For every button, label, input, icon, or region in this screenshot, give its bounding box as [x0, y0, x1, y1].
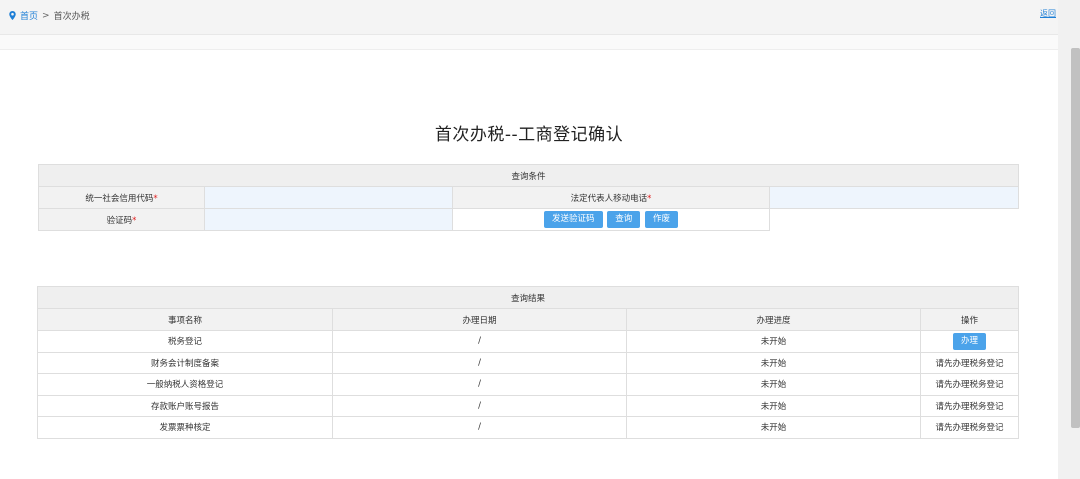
item-date: / [332, 373, 627, 396]
phone-cell [768, 186, 1023, 209]
column-header-name: 事项名称 [37, 308, 333, 331]
query-results-table: 查询结果 事项名称 办理日期 办理进度 操作 税务登记 / 未开始 办理 财务会… [36, 286, 1020, 439]
item-name: 存款账户账号报告 [37, 394, 333, 417]
item-action: 请先办理税务登记 [919, 416, 1020, 439]
process-button[interactable]: 办理 [953, 332, 987, 350]
required-mark: * [153, 193, 158, 204]
captcha-label: 验证码* [38, 208, 205, 231]
item-date: / [332, 330, 627, 353]
item-name: 发票票种核定 [37, 416, 333, 439]
breadcrumb-separator: > [42, 10, 50, 21]
phone-input[interactable] [770, 187, 1023, 208]
item-name: 财务会计制度备案 [37, 351, 333, 374]
table-row: 一般纳税人资格登记 / 未开始 请先办理税务登记 [37, 373, 1020, 396]
phone-label: 法定代表人移动电话* [452, 186, 770, 209]
item-name: 税务登记 [37, 330, 333, 353]
location-pin-icon [9, 11, 16, 20]
breadcrumb: 首页 > 首次办税 [9, 9, 90, 22]
column-header-date: 办理日期 [332, 308, 627, 331]
scrollbar-thumb[interactable] [1071, 48, 1080, 428]
item-name: 一般纳税人资格登记 [37, 373, 333, 396]
query-conditions-table: 查询条件 统一社会信用代码* 法定代表人移动电话* 验证码* 发送验证码 查询 … [37, 164, 1023, 231]
column-header-status: 办理进度 [626, 308, 921, 331]
reset-button[interactable]: 作废 [644, 211, 678, 228]
send-code-button[interactable]: 发送验证码 [544, 211, 603, 228]
captcha-cell [204, 208, 456, 231]
query-header: 查询条件 [37, 164, 1020, 187]
item-status: 未开始 [626, 330, 921, 353]
item-date: / [332, 394, 627, 417]
results-header: 查询结果 [36, 286, 1020, 309]
item-date: / [332, 416, 627, 439]
item-status: 未开始 [626, 416, 921, 439]
breadcrumb-current: 首次办税 [53, 12, 90, 22]
table-row: 财务会计制度备案 / 未开始 请先办理税务登记 [37, 351, 1020, 374]
item-action: 请先办理税务登记 [919, 373, 1020, 396]
required-mark: * [647, 193, 652, 204]
query-buttons-cell: 发送验证码 查询 作废 [452, 208, 770, 231]
credit-code-label: 统一社会信用代码* [38, 186, 205, 209]
table-row: 存款账户账号报告 / 未开始 请先办理税务登记 [37, 394, 1020, 417]
required-mark: * [132, 215, 137, 226]
credit-code-input[interactable] [205, 187, 456, 208]
item-action: 请先办理税务登记 [919, 351, 1020, 374]
item-action: 请先办理税务登记 [919, 394, 1020, 417]
back-link[interactable]: 返回 [1040, 8, 1056, 19]
item-action-cell: 办理 [919, 330, 1020, 353]
item-status: 未开始 [626, 373, 921, 396]
breadcrumb-home-link[interactable]: 首页 [20, 9, 38, 22]
query-button[interactable]: 查询 [607, 211, 641, 228]
page-title: 首次办税--工商登记确认 [434, 125, 624, 145]
credit-code-cell [204, 186, 456, 209]
item-date: / [332, 351, 627, 374]
table-row: 税务登记 / 未开始 办理 [37, 330, 1020, 353]
empty-cell [769, 208, 1019, 231]
column-header-action: 操作 [919, 308, 1020, 331]
captcha-input[interactable] [205, 209, 456, 230]
top-bar: 首页 > 首次办税 返回 [0, 0, 1058, 35]
header-divider-strip [0, 35, 1058, 50]
table-row: 发票票种核定 / 未开始 请先办理税务登记 [37, 416, 1020, 439]
results-column-headers: 事项名称 办理日期 办理进度 操作 [37, 308, 1020, 331]
item-status: 未开始 [626, 394, 921, 417]
item-status: 未开始 [626, 351, 921, 374]
